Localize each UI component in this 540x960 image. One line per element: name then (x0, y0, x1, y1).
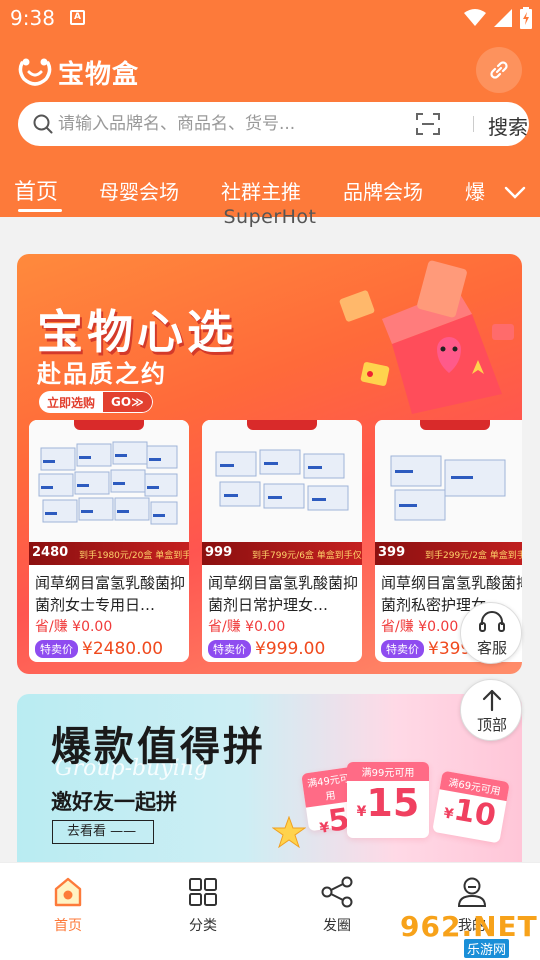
nav-share[interactable]: 发圈 (297, 875, 377, 935)
link-button[interactable] (476, 47, 522, 93)
star-icon (272, 816, 306, 848)
price-strip: 999 到手799元/6盒 单盒到手仅133.17元 (202, 542, 362, 565)
card-notch (247, 420, 317, 430)
shop-now-button[interactable]: 立即选购 GO≫ (39, 391, 153, 413)
coupon-card: 满99元可用 ¥15 (347, 762, 429, 838)
tab-home[interactable]: 首页 (14, 174, 58, 206)
group-buy-title: 爆款值得拼 (51, 724, 266, 770)
search-divider (473, 116, 474, 132)
group-buy-banner[interactable]: Group-buying 爆款值得拼 邀好友一起拼 去看看 —— 满49元可用 … (17, 694, 522, 862)
arrow-up-icon (482, 689, 502, 712)
strip-note: 到手299元/2盒 单盒到手仅149.5元 (425, 551, 522, 561)
customer-service-button[interactable]: 客服 (460, 602, 522, 664)
search-button[interactable]: 搜索 (488, 111, 528, 140)
price-strip: 399 到手299元/2盒 单盒到手仅149.5元 (375, 542, 522, 565)
tabs-expand-button[interactable] (490, 176, 540, 210)
sale-badge: 特卖价 (208, 640, 251, 658)
product-image: 2480 到手1980元/20盒 单盒到手仅99元 (29, 420, 189, 565)
app-header: 9:38 A 宝物盒 搜索 (0, 0, 540, 217)
customer-service-label: 客服 (476, 639, 507, 657)
scan-icon[interactable] (416, 113, 440, 135)
grid-icon (189, 878, 217, 906)
search-icon (33, 114, 53, 134)
strip-note: 到手799元/6盒 单盒到手仅133.17元 (252, 551, 362, 561)
search-bar[interactable]: 搜索 (18, 102, 529, 146)
site-watermark: 962.NET 乐游网 (400, 908, 537, 958)
nav-share-label: 发圈 (323, 918, 351, 934)
product-boxes-illustration (215, 449, 349, 511)
profile-icon (457, 877, 487, 907)
system-icons (464, 6, 532, 30)
product-title: 闻草纲目富氢乳酸菌抑菌剂女士专用日… (35, 574, 185, 614)
link-icon (490, 61, 508, 79)
sale-badge: 特卖价 (381, 640, 424, 658)
nav-home[interactable]: 首页 (28, 875, 108, 935)
signal-icon (494, 9, 512, 27)
price-strip: 2480 到手1980元/20盒 单盒到手仅99元 (29, 542, 189, 565)
product-title: 闻草纲目富氢乳酸菌抑菌剂日常护理女… (208, 574, 358, 614)
coupon-value: 15 (366, 781, 420, 825)
brand-face-icon (18, 58, 52, 86)
view-more-button[interactable]: 去看看 —— (52, 820, 154, 844)
strip-price: 999 (205, 545, 233, 560)
price-row: 特卖价 ¥2480.00 (35, 639, 163, 659)
brand-name: 宝物盒 (58, 59, 140, 90)
nav-home-label: 首页 (54, 918, 82, 934)
battery-icon (520, 7, 532, 29)
wifi-icon (464, 9, 486, 26)
strip-price: 399 (378, 545, 406, 560)
product-earn: 省/赚 ¥0.00 (381, 619, 459, 635)
home-icon (54, 877, 82, 907)
product-earn: 省/赚 ¥0.00 (208, 619, 286, 635)
share-icon (321, 876, 353, 908)
tab-community[interactable]: 社群主推 (221, 176, 301, 205)
product-price: ¥999.00 (255, 639, 326, 659)
banner-title: 宝物心选 (37, 305, 237, 359)
coupon-card: 满69元可用 ¥10 (432, 770, 510, 844)
coupon-condition: 满99元可用 (347, 762, 429, 781)
watermark-sub: 乐游网 (464, 939, 510, 958)
strip-note: 到手1980元/20盒 单盒到手仅99元 (79, 551, 189, 561)
group-buy-subtitle: 邀好友一起拼 (51, 790, 177, 814)
banner-subtitle: 赴品质之约 (37, 360, 167, 388)
product-boxes-illustration (38, 441, 178, 525)
product-card[interactable]: 999 到手799元/6盒 单盒到手仅133.17元 闻草纲目富氢乳酸菌抑菌剂日… (202, 420, 362, 662)
card-notch (74, 420, 144, 430)
go-label: GO≫ (103, 391, 153, 413)
featured-banner[interactable]: 宝物心选 赴品质之约 立即选购 GO≫ 2480 到手1980元/20盒 单盒到… (17, 254, 522, 674)
product-earn: 省/赚 ¥0.00 (35, 619, 113, 635)
chevron-down-icon (504, 186, 526, 199)
nav-category-label: 分类 (189, 918, 217, 934)
tab-maternity[interactable]: 母婴会场 (99, 176, 179, 205)
product-boxes-illustration (390, 455, 506, 521)
brand-logo: 宝物盒 (18, 54, 139, 90)
card-notch (420, 420, 490, 430)
product-price: ¥2480.00 (82, 639, 164, 659)
status-bar: 9:38 A (0, 0, 540, 38)
price-row: 特卖价 ¥999.00 (208, 639, 325, 659)
strip-price: 2480 (32, 545, 69, 560)
status-time: 9:38 (10, 6, 55, 30)
back-to-top-button[interactable]: 顶部 (460, 679, 522, 741)
product-carousel: 2480 到手1980元/20盒 单盒到手仅99元 闻草纲目富氢乳酸菌抑菌剂女士… (29, 420, 522, 664)
product-image: 399 到手299元/2盒 单盒到手仅149.5元 (375, 420, 522, 565)
shop-now-label: 立即选购 (39, 391, 104, 413)
search-input[interactable] (58, 102, 428, 146)
section-label: SuperHot (223, 206, 317, 228)
notification-a-icon: A (70, 10, 85, 25)
coupon-value: 10 (451, 792, 499, 835)
gift-box-illustration (339, 260, 514, 414)
tab-brand[interactable]: 品牌会场 (343, 176, 423, 205)
nav-category[interactable]: 分类 (163, 875, 243, 935)
product-card[interactable]: 2480 到手1980元/20盒 单盒到手仅99元 闻草纲目富氢乳酸菌抑菌剂女士… (29, 420, 189, 662)
product-image: 999 到手799元/6盒 单盒到手仅133.17元 (202, 420, 362, 565)
tab-hot[interactable]: 爆 (465, 176, 485, 205)
sale-badge: 特卖价 (35, 640, 78, 658)
headset-icon (479, 611, 505, 632)
back-to-top-label: 顶部 (476, 716, 507, 734)
